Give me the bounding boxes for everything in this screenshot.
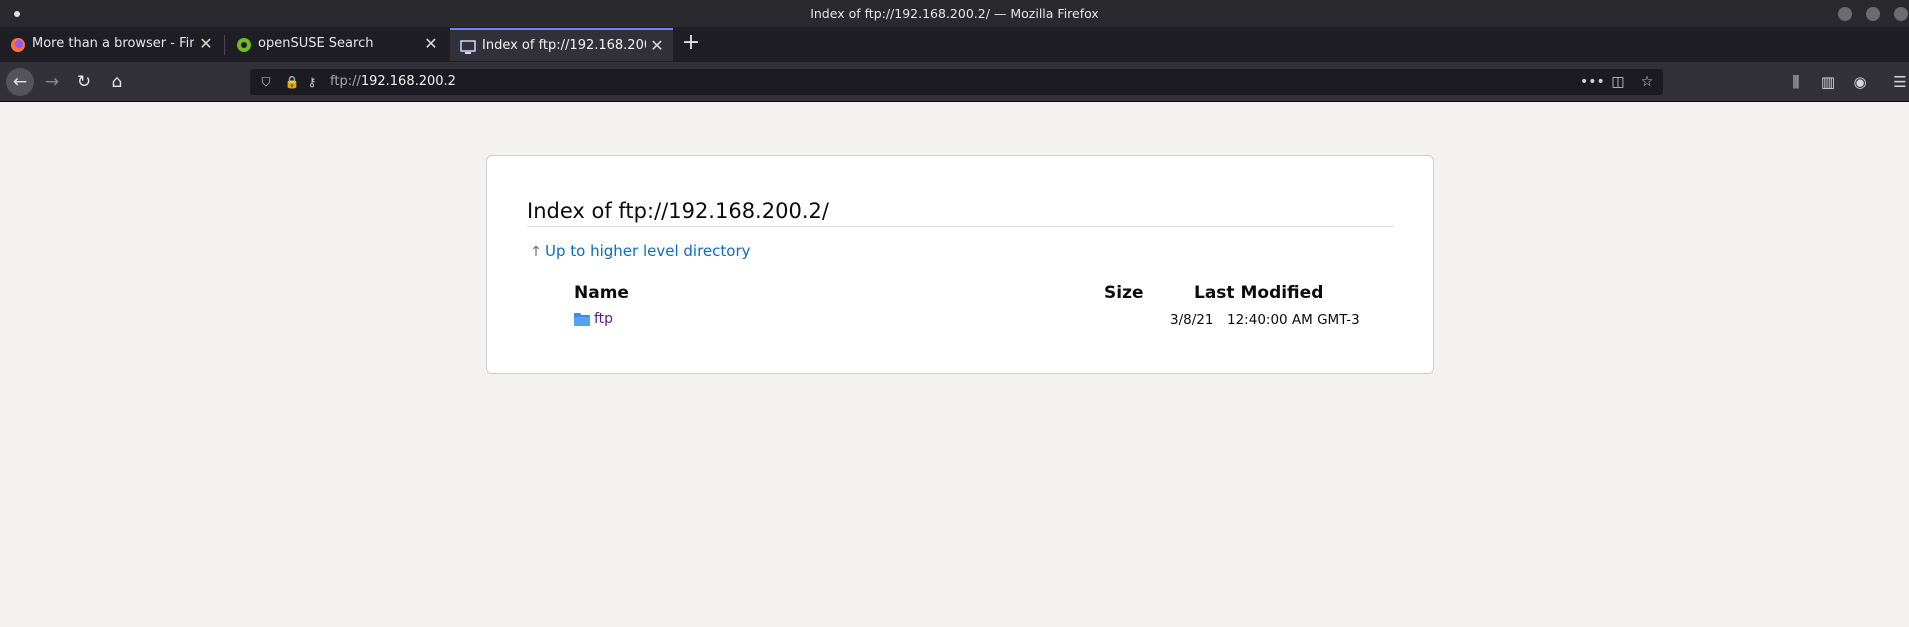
- back-button[interactable]: ←: [6, 68, 34, 96]
- tab-close-icon[interactable]: ✕: [647, 36, 667, 56]
- new-tab-button[interactable]: +: [680, 32, 702, 54]
- tab-opensuse[interactable]: openSUSE Search ✕: [226, 28, 448, 61]
- window-title: Index of ftp://192.168.200.2/ — Mozilla …: [810, 6, 1099, 21]
- home-button[interactable]: ⌂: [103, 68, 131, 96]
- url-text[interactable]: ftp://192.168.200.2: [330, 74, 456, 89]
- tab-close-icon[interactable]: ✕: [196, 34, 216, 54]
- tab-strip: More than a browser - Fire ✕ openSUSE Se…: [0, 27, 1909, 62]
- window-titlebar: Index of ftp://192.168.200.2/ — Mozilla …: [0, 0, 1909, 27]
- tab-close-icon[interactable]: ✕: [421, 34, 441, 54]
- directory-listing-card: Index of ftp://192.168.200.2/ ↑ Up to hig…: [486, 155, 1434, 374]
- ftp-index-icon: [460, 40, 476, 54]
- tab-label: openSUSE Search: [258, 36, 374, 51]
- folder-icon: [574, 313, 590, 326]
- navigation-toolbar: ← → ↻ ⌂ ⛉ 🔒 ⚷ ftp://192.168.200.2 ••• ◫ …: [0, 62, 1909, 102]
- column-header-last-modified[interactable]: Last Modified: [1194, 283, 1323, 303]
- tab-firefox[interactable]: More than a browser - Fire ✕: [0, 28, 222, 61]
- tab-separator: [224, 35, 225, 55]
- entry-date: 3/8/21: [1170, 312, 1214, 328]
- page-title: Index of ftp://192.168.200.2/: [527, 199, 1394, 227]
- entry-time: 12:40:00 AM GMT-3: [1227, 312, 1360, 328]
- column-header-size[interactable]: Size: [1104, 283, 1144, 303]
- close-window-button[interactable]: [1894, 7, 1908, 21]
- library-icon[interactable]: ⫼: [1786, 72, 1806, 92]
- tab-ftp-index[interactable]: Index of ftp://192.168.200 ✕: [450, 28, 673, 61]
- bookmark-star-icon[interactable]: ☆: [1638, 73, 1656, 91]
- up-link-label: Up to higher level directory: [545, 242, 751, 260]
- opensuse-icon: [237, 38, 251, 52]
- maximize-button[interactable]: [1866, 7, 1880, 21]
- tracking-protection-shield-icon[interactable]: ⛉: [258, 74, 274, 90]
- column-header-name[interactable]: Name: [574, 283, 629, 303]
- forward-button[interactable]: →: [38, 68, 66, 96]
- account-icon[interactable]: ◉: [1850, 72, 1870, 92]
- url-bar[interactable]: ⛉ 🔒 ⚷ ftp://192.168.200.2 ••• ◫ ☆: [250, 69, 1663, 95]
- entry-name-link[interactable]: ftp: [594, 311, 613, 327]
- key-icon[interactable]: ⚷: [304, 74, 320, 90]
- up-arrow-icon: ↑: [530, 244, 542, 260]
- menu-hamburger-icon[interactable]: ☰: [1890, 72, 1909, 92]
- firefox-icon: [11, 38, 25, 52]
- reload-button[interactable]: ↻: [70, 68, 98, 96]
- tab-label: Index of ftp://192.168.200: [482, 38, 646, 53]
- up-directory-link[interactable]: ↑ Up to higher level directory: [527, 242, 751, 260]
- sidebar-icon[interactable]: ▥: [1818, 72, 1838, 92]
- table-row: ftp 3/8/21 12:40:00 AM GMT-3: [487, 311, 1433, 331]
- page-actions-icon[interactable]: •••: [1580, 73, 1605, 91]
- pocket-icon[interactable]: ◫: [1609, 73, 1627, 91]
- tab-label: More than a browser - Fire: [32, 36, 194, 51]
- insecure-connection-icon[interactable]: 🔒: [284, 74, 300, 90]
- minimize-button[interactable]: [1838, 7, 1852, 21]
